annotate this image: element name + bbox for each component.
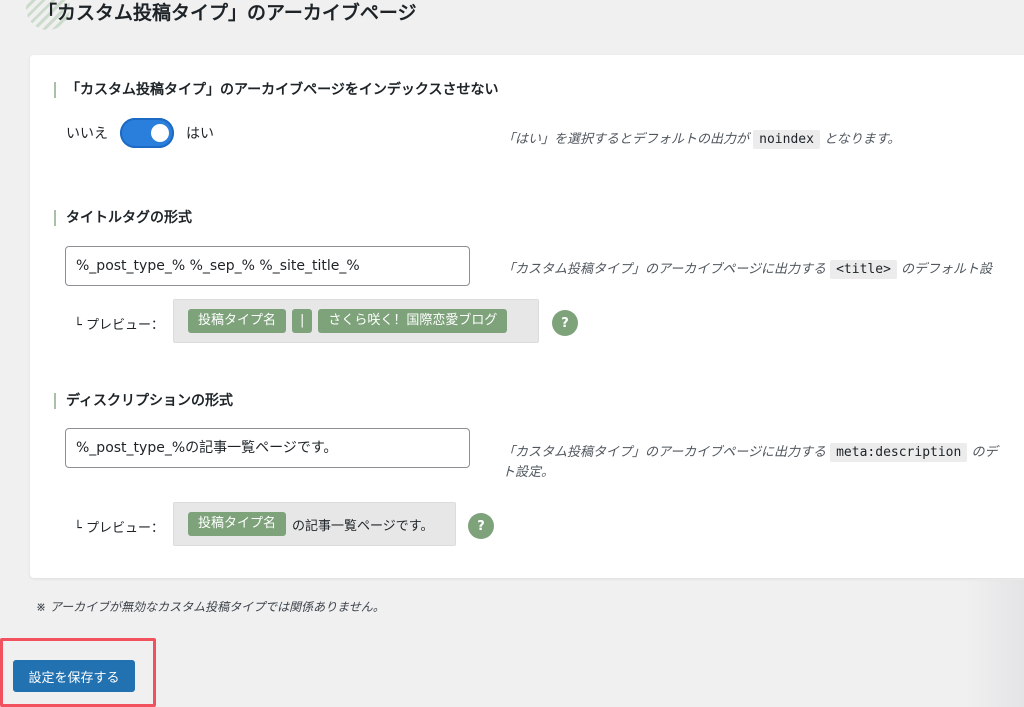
- settings-card: 「カスタム投稿タイプ」のアーカイブページをインデックスさせない いいえ はい 「…: [30, 55, 1024, 578]
- toggle-label-off: いいえ: [66, 126, 108, 142]
- title-preview-label: └ プレビュー：: [74, 318, 164, 333]
- description-help-icon[interactable]: ?: [468, 513, 494, 539]
- page-title: 「カスタム投稿タイプ」のアーカイブページ: [38, 2, 417, 24]
- title-code: <title>: [830, 260, 897, 279]
- preview-chip-post-type: 投稿タイプ名: [188, 512, 287, 536]
- description-format-description: 「カスタム投稿タイプ」のアーカイブページに出力する meta:descripti…: [502, 443, 998, 462]
- preview-chip-site-title: さくら咲く！国際恋愛ブログ: [318, 309, 508, 333]
- description-format-description-line2: ト設定。: [502, 465, 555, 480]
- page-header: 「カスタム投稿タイプ」のアーカイブページ: [26, 0, 416, 36]
- title-format-description: 「カスタム投稿タイプ」のアーカイブページに出力する <title> のデフォルト…: [502, 260, 993, 279]
- toggle-label-on: はい: [186, 126, 214, 142]
- preview-text: の記事一覧ページです。: [292, 518, 434, 534]
- edge-shadow: [964, 580, 1024, 707]
- description-format-heading: ディスクリプションの形式: [54, 393, 233, 409]
- noindex-description: 「はい」を選択するとデフォルトの出力が noindex となります。: [502, 130, 901, 149]
- noindex-heading: 「カスタム投稿タイプ」のアーカイブページをインデックスさせない: [54, 82, 498, 98]
- archive-note: ※ アーカイブが無効なカスタム投稿タイプでは関係ありません。: [36, 600, 385, 614]
- save-highlight-frame: 設定を保存する: [0, 638, 156, 707]
- save-settings-button[interactable]: 設定を保存する: [13, 660, 135, 692]
- title-format-heading: タイトルタグの形式: [54, 210, 192, 226]
- title-help-icon[interactable]: ?: [552, 310, 578, 336]
- noindex-toggle[interactable]: [120, 118, 174, 148]
- noindex-toggle-row: いいえ はい: [66, 118, 214, 148]
- title-format-input[interactable]: %_post_type_% %_sep_% %_site_title_%: [65, 246, 470, 286]
- description-format-input[interactable]: %_post_type_%の記事一覧ページです。: [65, 428, 470, 468]
- meta-description-code: meta:description: [830, 443, 968, 462]
- preview-chip-post-type: 投稿タイプ名: [188, 309, 287, 333]
- description-preview-box: 投稿タイプ名 の記事一覧ページです。: [173, 502, 456, 546]
- toggle-knob: [151, 124, 169, 142]
- noindex-code: noindex: [753, 130, 820, 149]
- preview-chip-separator: |: [292, 309, 313, 333]
- title-preview-box: 投稿タイプ名 | さくら咲く！国際恋愛ブログ: [173, 299, 539, 343]
- description-preview-label: └ プレビュー：: [74, 521, 164, 536]
